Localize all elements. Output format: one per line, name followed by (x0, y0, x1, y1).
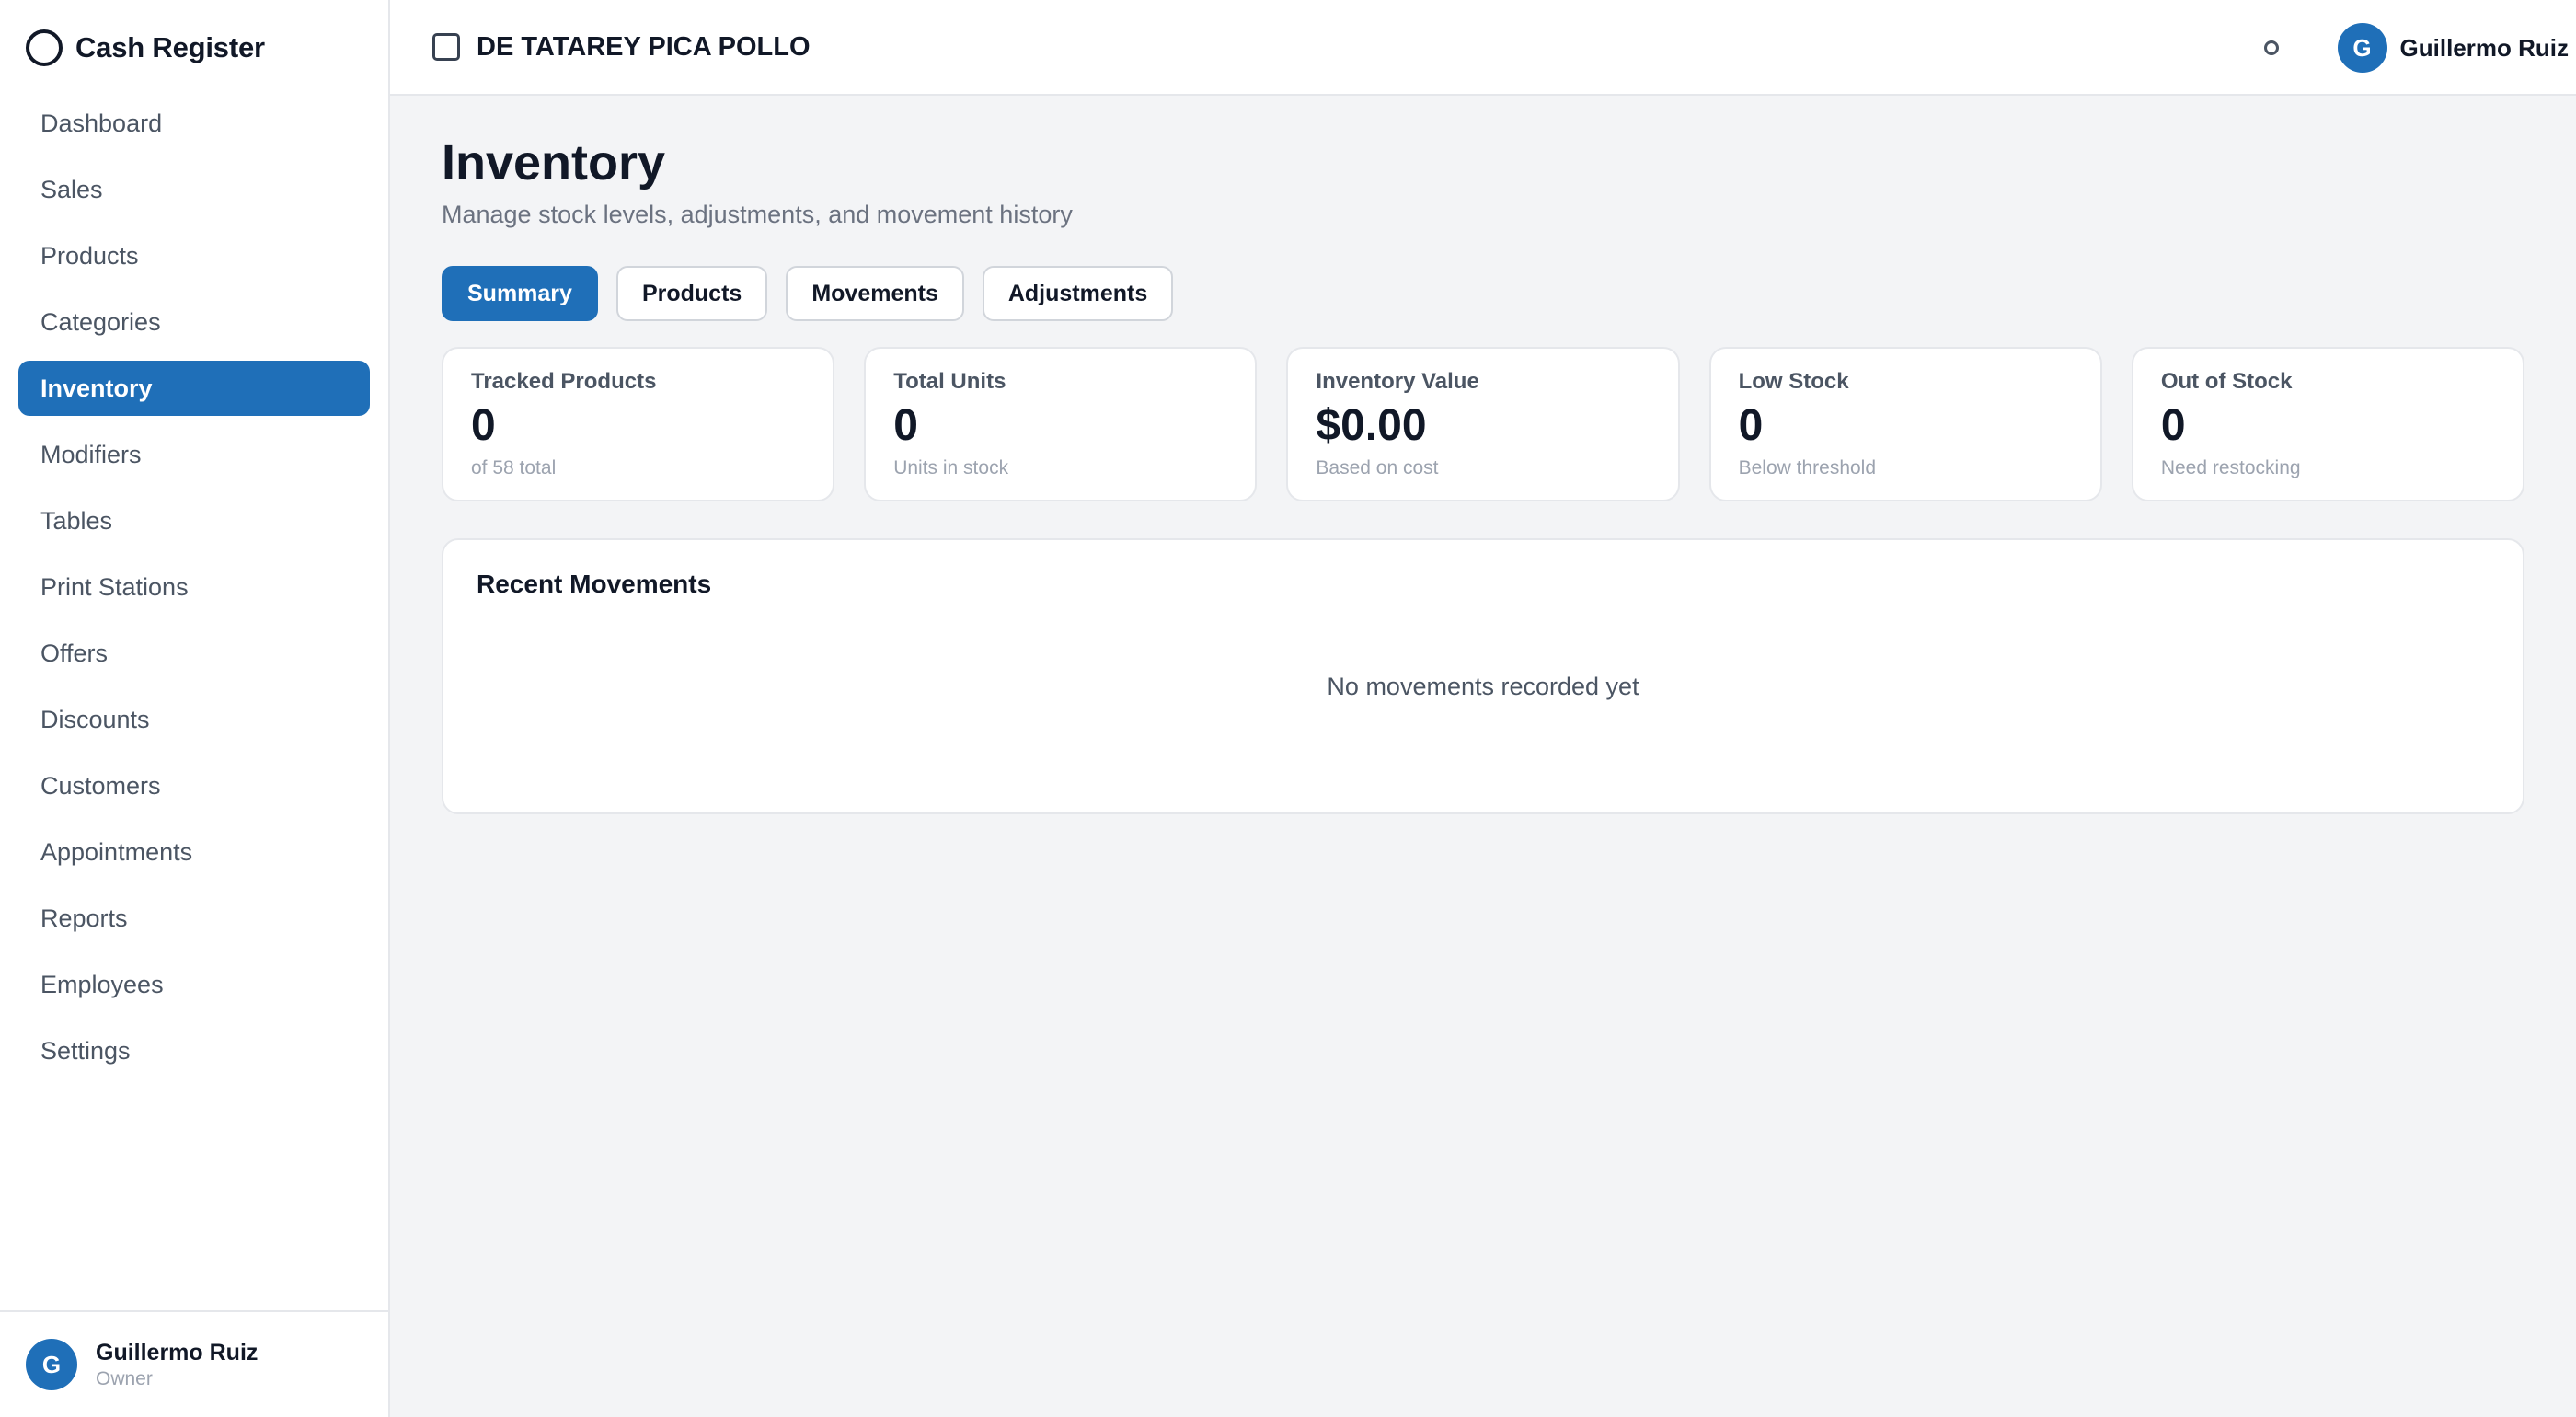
tab-movements[interactable]: Movements (786, 266, 964, 321)
sidebar-item-categories[interactable]: Categories (18, 294, 370, 350)
stat-card-total-units: Total Units 0 Units in stock (864, 347, 1258, 501)
sidebar-item-products[interactable]: Products (18, 228, 370, 283)
sidebar-item-offers[interactable]: Offers (18, 626, 370, 681)
stat-label: Tracked Products (471, 369, 657, 394)
tab-products[interactable]: Products (615, 266, 768, 321)
recent-movements-title: Recent Movements (477, 570, 712, 598)
stat-subtext: Units in stock (893, 457, 1009, 478)
stat-value: 0 (2160, 401, 2186, 450)
stat-label: Total Units (893, 369, 1006, 394)
stat-subtext: of 58 total (471, 457, 557, 478)
stat-value: 0 (1738, 401, 1764, 450)
stat-card-inventory-value: Inventory Value $0.00 Based on cost (1286, 347, 1680, 501)
sidebar-user-info: Guillermo Ruiz Owner (96, 1340, 258, 1390)
circle-logo-icon (26, 29, 63, 66)
app-title: Cash Register (75, 31, 265, 63)
sidebar-item-modifiers[interactable]: Modifiers (18, 427, 370, 482)
stat-label: Out of Stock (2160, 369, 2293, 394)
status-dot-icon[interactable] (2263, 40, 2279, 55)
stat-subtext: Need restocking (2160, 457, 2301, 478)
stat-value: 0 (471, 401, 496, 450)
stat-subtext: Below threshold (1738, 457, 1877, 478)
sidebar-item-tables[interactable]: Tables (18, 493, 370, 548)
store-name: DE TATAREY PICA POLLO (477, 31, 811, 62)
sidebar-item-print-stations[interactable]: Print Stations (18, 559, 370, 615)
topbar-avatar[interactable]: G (2337, 23, 2387, 73)
stat-card-tracked-products: Tracked Products 0 of 58 total (442, 347, 835, 501)
summary-cards: Tracked Products 0 of 58 total Total Uni… (442, 347, 2525, 501)
sidebar: Cash Register Dashboard Sales Products C… (0, 0, 390, 1417)
stat-value: 0 (893, 401, 918, 450)
empty-state-text: No movements recorded yet (1327, 673, 1639, 700)
sidebar-item-settings[interactable]: Settings (18, 1023, 370, 1078)
sidebar-item-dashboard[interactable]: Dashboard (18, 96, 370, 151)
sidebar-nav: Dashboard Sales Products Categories Inve… (0, 96, 388, 1078)
stat-card-out-of-stock: Out of Stock 0 Need restocking (2131, 347, 2525, 501)
sidebar-item-customers[interactable]: Customers (18, 758, 370, 813)
page-subtitle: Manage stock levels, adjustments, and mo… (442, 201, 1073, 228)
tab-summary[interactable]: Summary (442, 266, 598, 321)
sidebar-item-appointments[interactable]: Appointments (18, 824, 370, 880)
avatar: G (26, 1339, 77, 1390)
user-name: Guillermo Ruiz (96, 1339, 259, 1365)
page-title: Inventory (442, 135, 666, 190)
sidebar-user[interactable]: G Guillermo Ruiz Owner (0, 1310, 388, 1417)
stat-subtext: Based on cost (1316, 457, 1439, 478)
user-role: Owner (96, 1367, 153, 1389)
stat-card-low-stock: Low Stock 0 Below threshold (1708, 347, 2102, 501)
sidebar-item-employees[interactable]: Employees (18, 957, 370, 1012)
sidebar-item-sales[interactable]: Sales (18, 162, 370, 217)
topbar-right: G Guillermo Ruiz (2263, 0, 2569, 96)
stat-value: $0.00 (1316, 401, 1427, 450)
stat-label: Inventory Value (1316, 369, 1479, 394)
store-checkbox-icon[interactable] (432, 33, 460, 61)
main-content: Inventory Manage stock levels, adjustmen… (442, 96, 2525, 814)
sidebar-item-reports[interactable]: Reports (18, 891, 370, 946)
topbar-user-name[interactable]: Guillermo Ruiz (2400, 34, 2569, 63)
topbar: DE TATAREY PICA POLLO G Guillermo Ruiz (390, 0, 2576, 96)
sidebar-item-discounts[interactable]: Discounts (18, 692, 370, 747)
recent-movements-panel: Recent Movements No movements recorded y… (442, 538, 2524, 814)
sidebar-item-inventory[interactable]: Inventory (18, 361, 370, 416)
brand[interactable]: Cash Register (0, 0, 388, 96)
tab-adjustments[interactable]: Adjustments (982, 266, 1174, 321)
stat-label: Low Stock (1738, 369, 1849, 394)
inventory-tabs: Summary Products Movements Adjustments (442, 266, 2524, 321)
